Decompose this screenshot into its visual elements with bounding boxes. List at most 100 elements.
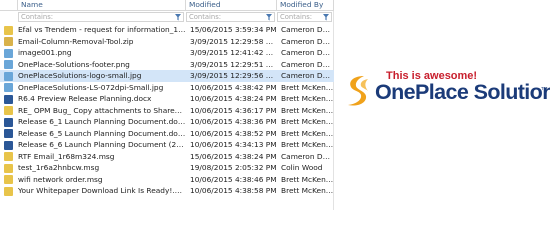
file-modified-by: Brett McKenzie xyxy=(281,186,334,195)
file-icon-cell xyxy=(0,70,18,82)
name-filter-placeholder: Contains: xyxy=(21,13,54,21)
file-modified: 3/09/2015 12:41:42 AM xyxy=(190,48,277,57)
file-name[interactable]: OnePlace-Solutions-footer.png xyxy=(18,59,186,71)
filter-row: Contains: Contains: Contains: xyxy=(0,12,334,23)
file-icon-cell xyxy=(0,24,18,36)
filter-funnel-icon[interactable] xyxy=(175,14,181,21)
email-icon xyxy=(4,106,13,115)
logo-mark-icon xyxy=(348,76,368,106)
table-row[interactable]: Release 6_1 Launch Planning Document.doc… xyxy=(0,116,334,128)
word-doc-icon xyxy=(4,94,13,104)
file-icon-cell xyxy=(0,174,18,186)
word-doc-icon xyxy=(4,129,13,138)
file-name[interactable]: Efal vs Trendem - request for informatio… xyxy=(18,24,186,36)
modified-filter-input[interactable]: Contains: xyxy=(186,12,275,22)
zip-icon xyxy=(4,37,13,46)
word-doc-icon xyxy=(4,140,13,150)
table-row[interactable]: image001.png 3/09/2015 12:41:42 AM Cameron… xyxy=(0,47,334,59)
email-icon xyxy=(4,163,13,173)
file-modified: 10/06/2015 4:38:46 PM xyxy=(190,174,277,184)
logo-brand: OnePlace Solutions xyxy=(375,80,550,104)
file-modified: 10/06/2015 4:38:36 PM xyxy=(190,117,277,126)
file-icon-cell xyxy=(0,82,18,94)
file-modified-by: Brett McKenzie xyxy=(281,105,334,115)
file-name[interactable]: Your Whitepaper Download Link Is Ready!.… xyxy=(18,185,186,197)
file-modified: 10/06/2015 4:38:24 PM xyxy=(190,94,277,103)
file-modified-by: Brett McKenzie xyxy=(281,94,334,103)
word-doc-icon xyxy=(4,117,13,127)
email-icon xyxy=(4,25,13,35)
modified-filter-placeholder: Contains: xyxy=(189,13,222,21)
table-row[interactable]: RTF Email_1r68m324.msg 15/06/2015 4:38:24… xyxy=(0,151,334,163)
file-modified: 10/06/2015 4:38:58 PM xyxy=(190,186,277,195)
file-modified-by: Cameron Dwy... xyxy=(281,71,334,80)
file-modified: 10/06/2015 4:36:17 PM xyxy=(190,105,277,115)
file-name[interactable]: Release 6_5 Launch Planning Document.doc… xyxy=(18,128,186,140)
table-row[interactable]: OnePlace-Solutions-footer.png 3/09/2015 1… xyxy=(0,59,334,71)
file-modified: 15/06/2015 3:59:34 PM xyxy=(190,25,277,34)
file-modified-by: Brett McKenzie xyxy=(281,117,334,126)
file-modified-by: Brett McKenzie xyxy=(281,82,334,92)
table-row[interactable]: R6.4 Preview Release Planning.docx 10/06/… xyxy=(0,93,334,105)
file-name[interactable]: Release 6_1 Launch Planning Document.doc… xyxy=(18,116,186,128)
table-row[interactable]: test_1r6a2hnbcw.msg 19/08/2015 2:05:32 PM… xyxy=(0,162,334,174)
file-name[interactable]: Email-Column-Removal-Tool.zip xyxy=(18,36,186,48)
table-row[interactable]: OnePlaceSolutions-LS-072dpi-Small.jpg 10/… xyxy=(0,82,334,94)
file-icon-cell xyxy=(0,116,18,128)
table-row[interactable]: OnePlaceSolutions-logo-small.jpg 3/09/201… xyxy=(0,70,334,82)
name-filter-input[interactable]: Contains: xyxy=(18,12,184,22)
file-icon-cell xyxy=(0,162,18,174)
table-row[interactable]: Release 6_6 Launch Planning Document (2)… xyxy=(0,139,334,151)
file-icon-cell xyxy=(0,128,18,140)
table-row[interactable]: Email-Column-Removal-Tool.zip 3/09/2015 1… xyxy=(0,36,334,48)
file-modified: 3/09/2015 12:29:58 AM xyxy=(190,36,277,46)
table-row[interactable]: RE_ OPM Bug_ Copy attachments to SharePo… xyxy=(0,105,334,117)
file-icon-cell xyxy=(0,47,18,59)
file-modified-by: Brett McKenzie xyxy=(281,128,334,138)
email-icon xyxy=(4,186,13,196)
file-name[interactable]: RE_ OPM Bug_ Copy attachments to SharePo… xyxy=(18,105,186,117)
modified-by-filter-input[interactable]: Contains: xyxy=(277,12,332,22)
file-modified: 10/06/2015 4:38:42 PM xyxy=(190,82,277,92)
filter-funnel-icon[interactable] xyxy=(323,14,329,21)
file-name[interactable]: RTF Email_1r68m324.msg xyxy=(18,151,186,163)
column-header-name[interactable]: Name xyxy=(18,0,186,11)
file-icon-cell xyxy=(0,139,18,151)
table-row[interactable]: Your Whitepaper Download Link Is Ready!.… xyxy=(0,185,334,197)
filter-spacer xyxy=(0,12,18,23)
column-header-modified[interactable]: Modified xyxy=(186,0,277,11)
file-name[interactable]: OnePlaceSolutions-LS-072dpi-Small.jpg xyxy=(18,82,186,94)
table-row[interactable]: Efal vs Trendem - request for informatio… xyxy=(0,24,334,36)
image-icon xyxy=(4,71,13,81)
file-modified: 19/08/2015 2:05:32 PM xyxy=(190,163,277,172)
table-row[interactable]: wifi network order.msg 10/06/2015 4:38:46… xyxy=(0,174,334,186)
file-modified-by: Brett McKenzie xyxy=(281,140,334,149)
filter-funnel-icon[interactable] xyxy=(266,14,272,21)
file-modified-by: Brett McKenzie xyxy=(281,174,334,184)
document-grid: Name Modified Modified By Contains: Cont… xyxy=(0,0,334,210)
image-icon xyxy=(4,48,13,58)
image-icon xyxy=(4,83,13,92)
file-icon-cell xyxy=(0,105,18,117)
table-row[interactable]: Release 6_5 Launch Planning Document.doc… xyxy=(0,128,334,140)
file-list: Efal vs Trendem - request for informatio… xyxy=(0,24,334,197)
file-name[interactable]: image001.png xyxy=(18,47,186,59)
column-header-modified-by[interactable]: Modified By xyxy=(277,0,334,11)
file-modified-by: Cameron Dwy... xyxy=(281,151,334,161)
column-header-icon[interactable] xyxy=(0,0,18,11)
file-modified-by: Cameron Dwy... xyxy=(281,36,334,46)
file-modified: 15/06/2015 4:38:24 PM xyxy=(190,151,277,161)
file-name[interactable]: test_1r6a2hnbcw.msg xyxy=(18,162,186,174)
file-name[interactable]: wifi network order.msg xyxy=(18,174,186,186)
column-header-row: Name Modified Modified By xyxy=(0,0,334,11)
file-modified: 10/06/2015 4:38:52 PM xyxy=(190,128,277,138)
oneplace-logo: This is awesome! OnePlace Solutions TM xyxy=(340,64,550,124)
file-modified: 3/09/2015 12:29:51 AM xyxy=(190,59,277,69)
file-name[interactable]: Release 6_6 Launch Planning Document (2)… xyxy=(18,139,186,151)
file-icon-cell xyxy=(0,93,18,105)
file-icon-cell xyxy=(0,151,18,163)
file-modified-by: Colin Wood xyxy=(281,163,323,172)
file-name[interactable]: OnePlaceSolutions-logo-small.jpg xyxy=(18,70,186,82)
file-name[interactable]: R6.4 Preview Release Planning.docx xyxy=(18,93,186,105)
email-icon xyxy=(4,152,13,161)
